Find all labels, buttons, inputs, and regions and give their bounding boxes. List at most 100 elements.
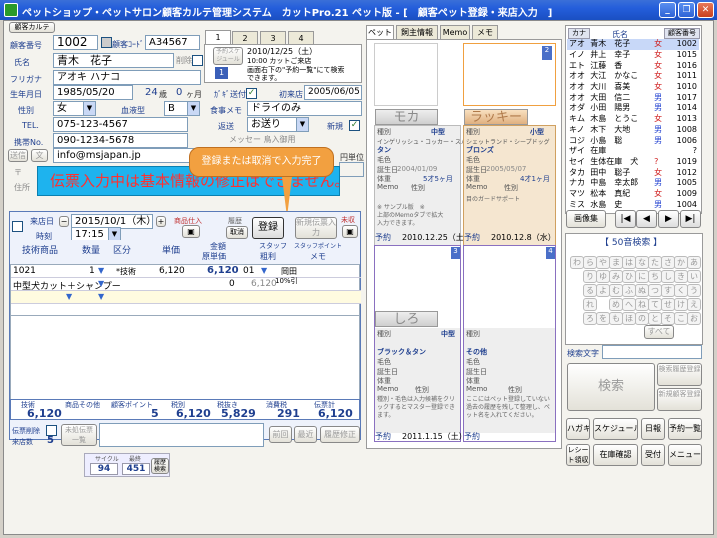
customer-row[interactable]: オオ 大川 喜美 女 1010 [567,82,699,93]
tel-field[interactable]: 075-123-4567 [53,117,188,132]
prev-record-button[interactable]: ◀ [636,210,657,228]
customer-row[interactable]: オオ 大江 かなこ 女 1011 [567,71,699,82]
reserve-tab-2[interactable]: 2 [232,31,258,45]
tab-pet[interactable]: ペット [366,25,394,40]
customer-tab[interactable]: 顧客カルテ [9,22,55,33]
kana-button[interactable]: る [583,284,597,297]
kana-button[interactable]: ろ [583,312,597,325]
kana-button[interactable]: ら [583,256,597,269]
first-visit-field[interactable]: 2005/06/05 [304,85,362,100]
table-row[interactable]: 中型犬カット＋シャンプー ▼ 0 6,120 [11,278,361,292]
menu-button[interactable]: メニュー [668,444,702,466]
kana-button[interactable]: あ [687,256,701,269]
kana-button[interactable]: に [635,270,649,283]
customer-row[interactable]: オダ 小田 陽男 男 1014 [567,103,699,114]
cancel-button[interactable]: 取消 [226,226,248,239]
kana-button[interactable]: お [687,312,701,325]
chevron-down-icon[interactable]: ▼ [66,292,72,301]
roster-kana-tab[interactable]: カナ [568,28,590,39]
reserve-tab-3[interactable]: 3 [260,31,286,45]
kana-button[interactable]: し [661,270,675,283]
customer-id-field[interactable]: 1002 [53,35,98,50]
kana-button[interactable]: こ [674,312,688,325]
customer-row[interactable]: アオ 青木 花子 女 1002 [567,39,699,50]
id-lock-check[interactable] [101,37,112,48]
customer-row[interactable]: オオ 大田 信二 男 1017 [567,92,699,103]
name-field[interactable]: 青木 花子 [53,53,174,68]
kana-button[interactable]: ふ [622,284,636,297]
customer-row[interactable]: ミス 水島 史 男 1004 [567,199,699,210]
meal-memo-field[interactable]: ドライのみ [247,101,362,116]
visit-check[interactable] [12,221,23,232]
slip-memo-field[interactable] [99,423,264,447]
kana-button[interactable]: そ [661,312,675,325]
reserve-tab-4[interactable]: 4 [288,31,314,45]
kana-button[interactable]: り [583,270,597,283]
close-button[interactable]: ✕ [697,2,714,18]
kana-button[interactable]: な [635,256,649,269]
customer-row[interactable]: エト 江藤 香 女 1016 [567,60,699,71]
birthday-field[interactable]: 1985/05/20 [53,85,133,100]
kana-button[interactable]: え [687,298,701,311]
gender-select[interactable]: 女 ▼ [53,101,96,116]
kana-button[interactable]: い [687,270,701,283]
reserve-tab-1[interactable]: 1 [205,30,231,45]
delete-check[interactable] [192,55,203,66]
previous-button[interactable]: 前回 [269,426,292,443]
tab-owner-info[interactable]: 飼主情報 [396,25,438,39]
unpaid-button[interactable]: ▣ [342,225,358,238]
kana-button[interactable]: ま [609,256,623,269]
dm-check[interactable]: ✓ [246,88,257,99]
kana-button[interactable]: つ [648,284,662,297]
kana-button[interactable]: ほ [622,312,636,325]
table-row[interactable]: ▼ ▼ [11,291,361,304]
kana-button[interactable]: よ [596,284,610,297]
kana-button[interactable]: き [674,270,688,283]
new-check[interactable]: ✓ [349,120,360,131]
customer-row[interactable]: マツ 松本 真紀 女 1009 [567,189,699,200]
schedule-open-button[interactable]: スケジュール [593,418,638,440]
kana-button[interactable]: す [661,284,675,297]
image-collection-button[interactable]: 画像集 [566,210,606,228]
receipt-button[interactable]: レシート領収書 [566,444,590,466]
kana-button[interactable]: ね [635,298,649,311]
history-fix-button[interactable]: 履歴修正 [320,426,360,443]
search-input[interactable] [602,345,702,359]
tab-note[interactable]: メモ [472,25,498,39]
customer-row[interactable]: キム 木島 とうこ 女 1013 [567,114,699,125]
history-search-button[interactable]: 履歴検索 [151,458,169,474]
kana-button[interactable]: せ [661,298,675,311]
mail-send-button[interactable]: 送信 [8,149,28,162]
kana-button[interactable]: ち [648,270,662,283]
unprocessed-slips-button[interactable]: 未処伝票一覧 [61,424,97,446]
kana-button[interactable]: け [674,298,688,311]
chevron-down-icon[interactable]: ▼ [261,266,267,275]
pet-name-2[interactable]: ラッキー [464,109,528,125]
chevron-down-icon[interactable]: ▼ [98,279,104,288]
schedule-button[interactable]: 予約スケジュール [213,47,243,65]
new-customer-register-button[interactable]: 新規顧客登録 [657,388,702,411]
restore-button[interactable]: ❐ [678,2,695,18]
kana-button[interactable]: わ [570,256,584,269]
reservation-list-button[interactable]: 予約一覧 [668,418,702,440]
customer-row[interactable]: コジ 小島 聡 男 1006 [567,135,699,146]
customer-row[interactable]: ザイ 在庫? [567,146,699,157]
search-button[interactable]: 検索 [567,363,655,411]
kana-button[interactable]: て [648,298,662,311]
chevron-down-icon[interactable]: ▼ [98,292,104,301]
chevron-down-icon[interactable]: ▼ [98,266,104,275]
kana-all-button[interactable]: すべて [644,325,674,339]
kana-button[interactable]: へ [622,298,636,311]
customer-row[interactable]: タカ 田中 聡子 女 1012 [567,167,699,178]
kana-button[interactable]: ぬ [635,284,649,297]
delivery-select[interactable]: お送り ▼ [247,117,309,132]
new-slip-button[interactable]: 新規伝票入力 [295,217,337,239]
kana-button[interactable]: み [609,270,623,283]
mobile-field[interactable]: 090-1234-5678 [53,133,188,148]
reception-button[interactable]: 受付 [641,444,665,466]
blood-select[interactable]: B ▼ [164,101,200,116]
daily-report-button[interactable]: 日報 [641,418,665,440]
kana-button[interactable]: の [635,312,649,325]
product-purchase-button[interactable]: ▣ [182,225,200,238]
email-field[interactable]: info@msjapan.jp [53,148,201,163]
